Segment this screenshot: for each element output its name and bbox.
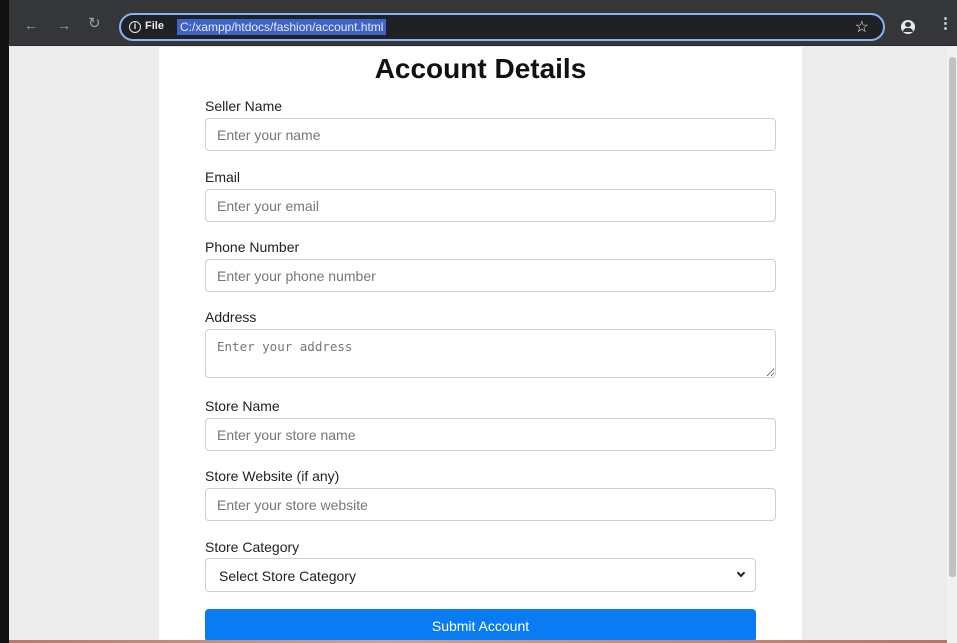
seller-name-label: Seller Name: [205, 98, 283, 114]
submit-account-button[interactable]: Submit Account: [205, 609, 756, 640]
store-website-label: Store Website (if any): [205, 468, 340, 484]
browser-toolbar: ← → ↻ i File C:/xampp/htdocs/fashion/acc…: [0, 0, 957, 46]
email-input[interactable]: [205, 189, 776, 222]
profile-icon[interactable]: [901, 20, 915, 34]
store-category-select[interactable]: Select Store Category: [205, 558, 756, 592]
page-viewport: Account Details Seller Name Email Phone …: [9, 47, 947, 640]
url-text[interactable]: C:/xampp/htdocs/fashion/account.html: [177, 19, 387, 35]
store-category-selected: Select Store Category: [219, 568, 356, 584]
store-category-label: Store Category: [205, 539, 300, 555]
address-bar[interactable]: i File C:/xampp/htdocs/fashion/account.h…: [119, 13, 885, 41]
window-edge: [0, 0, 9, 643]
store-website-input[interactable]: [205, 488, 776, 521]
vertical-scrollbar[interactable]: [947, 47, 957, 643]
email-label: Email: [205, 169, 241, 185]
kebab-menu-icon[interactable]: ⋮: [938, 16, 953, 31]
star-icon[interactable]: ☆: [855, 17, 869, 37]
file-label: File: [145, 20, 164, 32]
account-form-card: Account Details Seller Name Email Phone …: [159, 47, 802, 640]
store-name-label: Store Name: [205, 398, 280, 414]
chevron-down-icon: [736, 568, 746, 578]
scrollbar-thumb[interactable]: [949, 57, 956, 577]
reload-icon[interactable]: ↻: [88, 16, 101, 31]
forward-arrow-icon[interactable]: →: [57, 18, 71, 32]
phone-number-label: Phone Number: [205, 239, 300, 255]
back-arrow-icon[interactable]: ←: [24, 18, 38, 32]
address-label: Address: [205, 309, 257, 325]
store-name-input[interactable]: [205, 418, 776, 451]
info-icon[interactable]: i: [129, 21, 141, 33]
seller-name-input[interactable]: [205, 118, 776, 151]
address-textarea[interactable]: [205, 329, 776, 378]
page-title: Account Details: [374, 53, 587, 84]
phone-number-input[interactable]: [205, 259, 776, 292]
